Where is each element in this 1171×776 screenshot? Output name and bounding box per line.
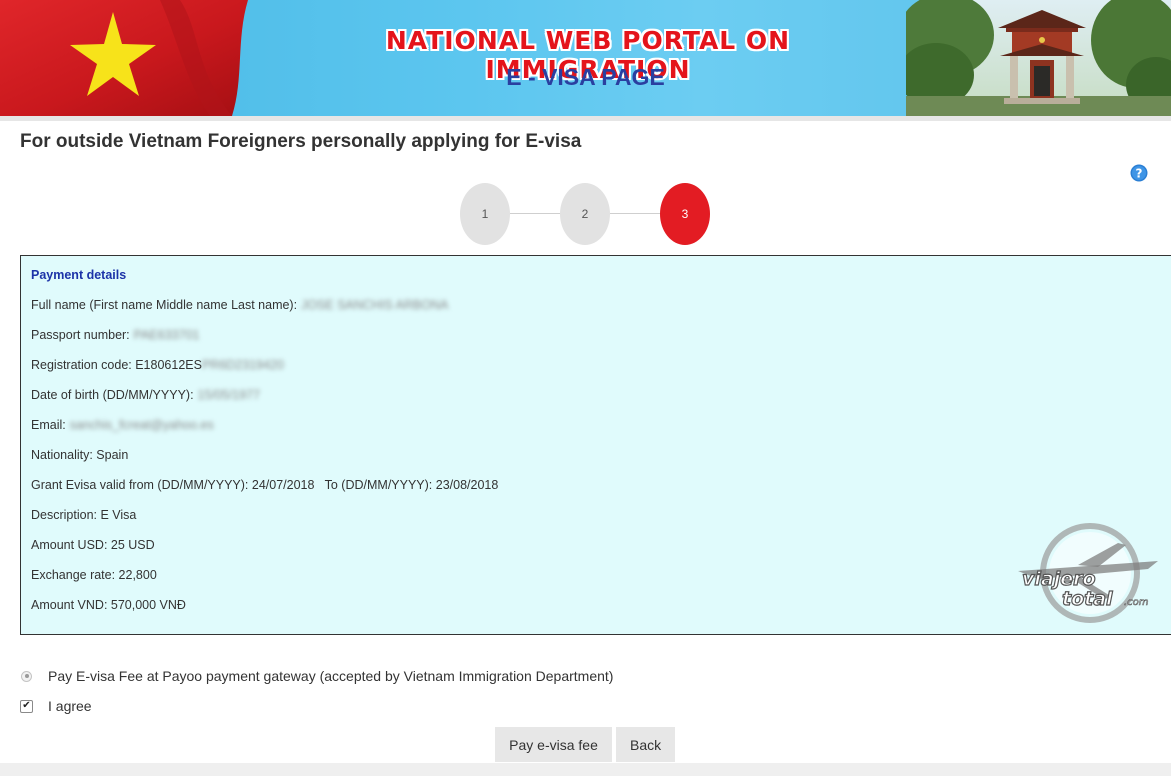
step-connector (510, 213, 560, 214)
watermark-text-2: total (1062, 588, 1113, 610)
full-name-label: Full name (First name Middle name Last n… (31, 298, 298, 312)
grant-validity-row: Grant Evisa valid from (DD/MM/YYYY): 24/… (31, 478, 499, 492)
step-1: 1 (460, 183, 510, 245)
footer-bar (0, 763, 1171, 776)
agree-option[interactable]: ✔ I agree (20, 698, 92, 714)
email-label: Email: (31, 418, 66, 432)
dob-value: 15/05/1977 (197, 388, 261, 402)
dob-row: Date of birth (DD/MM/YYYY): 15/05/1977 (31, 388, 260, 402)
passport-label: Passport number: (31, 328, 130, 342)
agree-label: I agree (48, 698, 92, 714)
passport-row: Passport number: PAE633701 (31, 328, 199, 342)
progress-stepper: 1 2 3 (460, 183, 710, 245)
payoo-gateway-radio[interactable] (21, 670, 32, 682)
payoo-gateway-label: Pay E-visa Fee at Payoo payment gateway … (48, 668, 614, 684)
payment-details-panel: Payment details Full name (First name Mi… (20, 255, 1171, 635)
registration-value: PR6D2319420 (201, 358, 284, 372)
amount-vnd-row: Amount VND: 570,000 VNĐ (31, 598, 186, 612)
vietnam-flag-image (0, 0, 260, 116)
question-circle-icon[interactable]: ? (1130, 164, 1148, 182)
portal-subtitle: E - VISA PAGE (506, 64, 665, 90)
dob-label: Date of birth (DD/MM/YYYY): (31, 388, 194, 402)
exchange-rate-row: Exchange rate: 22,800 (31, 568, 157, 582)
step-2: 2 (560, 183, 610, 245)
email-row: Email: sanchis_fcreat@yahoo.es (31, 418, 214, 432)
payment-details-title: Payment details (31, 268, 127, 282)
step-3-active: 3 (660, 183, 710, 245)
step-connector (610, 213, 660, 214)
registration-label: Registration code: E180612ES (31, 358, 202, 372)
amount-usd-row: Amount USD: 25 USD (31, 538, 155, 552)
back-button[interactable]: Back (616, 727, 675, 762)
pay-evisa-fee-button[interactable]: Pay e-visa fee (495, 727, 612, 762)
passport-value: PAE633701 (133, 328, 200, 342)
temple-image (898, 0, 1171, 116)
svg-text:?: ? (1136, 167, 1143, 181)
description-row: Description: E Visa (31, 508, 137, 522)
watermark-text-1: viajero (1022, 568, 1096, 590)
viajerototal-watermark-logo: viajero total .com (1008, 523, 1168, 628)
payoo-gateway-option[interactable]: Pay E-visa Fee at Payoo payment gateway … (20, 668, 613, 684)
registration-row: Registration code: E180612ESPR6D2319420 (31, 358, 284, 372)
email-value: sanchis_fcreat@yahoo.es (69, 418, 214, 432)
watermark-text-3: .com (1124, 597, 1149, 608)
nationality-row: Nationality: Spain (31, 448, 129, 462)
agree-checkbox[interactable]: ✔ (20, 699, 33, 713)
page-title: For outside Vietnam Foreigners personall… (20, 131, 582, 152)
header-banner: NATIONAL WEB PORTAL ON IMMIGRATION E - V… (0, 0, 1171, 116)
full-name-value: JOSE SANCHIS ARBONA (301, 298, 449, 312)
banner-divider (0, 116, 1171, 121)
full-name-row: Full name (First name Middle name Last n… (31, 298, 448, 312)
